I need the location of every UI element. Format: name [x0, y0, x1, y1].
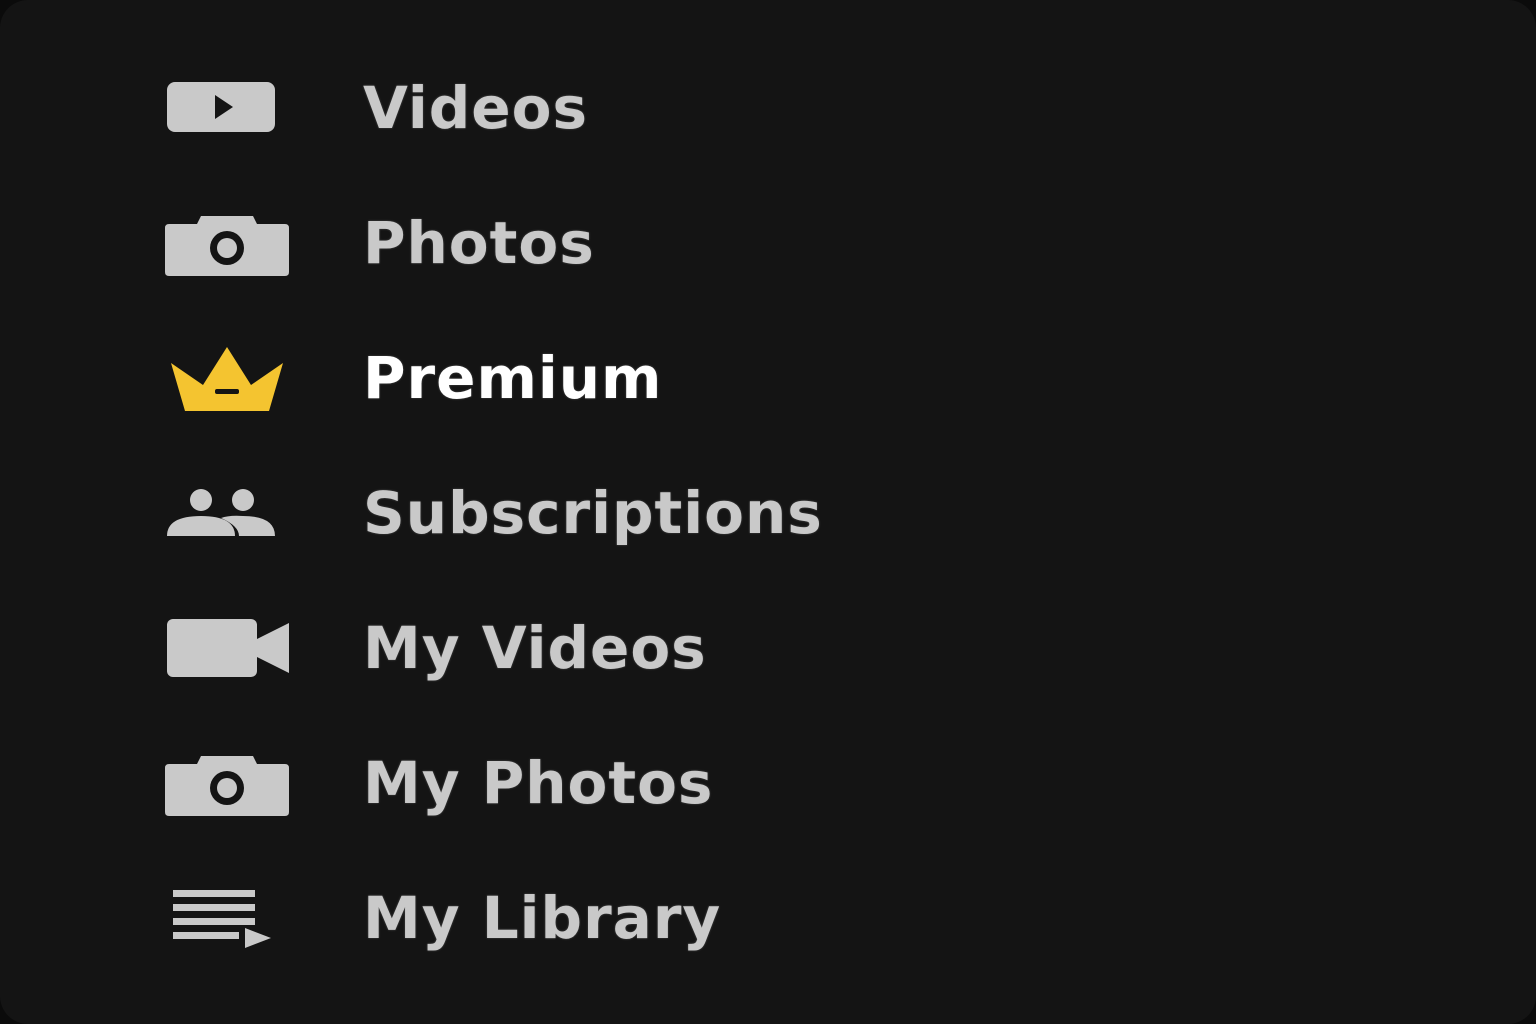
sidebar-item-label: Photos	[363, 208, 595, 277]
sidebar-item-videos[interactable]: Videos	[165, 40, 1365, 175]
sidebar-item-label: My Videos	[363, 613, 707, 682]
sidebar-item-label: Subscriptions	[363, 478, 823, 547]
sidebar-item-label: My Library	[363, 883, 722, 952]
sidebar-item-label: My Photos	[363, 748, 714, 817]
playlist-icon	[165, 878, 297, 958]
sidebar-panel: Videos Photos Premium Subscriptions My V…	[0, 0, 1536, 1024]
sidebar-item-subscriptions[interactable]: Subscriptions	[165, 445, 1365, 580]
sidebar-item-my-videos[interactable]: My Videos	[165, 580, 1365, 715]
sidebar-item-my-photos[interactable]: My Photos	[165, 715, 1365, 850]
camera-icon	[165, 203, 297, 283]
crown-icon	[165, 338, 297, 418]
camera-icon	[165, 743, 297, 823]
sidebar-item-label: Videos	[363, 73, 588, 142]
sidebar-item-my-library[interactable]: My Library	[165, 850, 1365, 985]
sidebar-menu: Videos Photos Premium Subscriptions My V…	[165, 40, 1365, 985]
video-camera-icon	[165, 608, 297, 688]
sidebar-item-photos[interactable]: Photos	[165, 175, 1365, 310]
people-icon	[165, 473, 297, 553]
sidebar-item-premium[interactable]: Premium	[165, 310, 1365, 445]
sidebar-item-label: Premium	[363, 343, 663, 412]
play-box-icon	[165, 68, 297, 148]
